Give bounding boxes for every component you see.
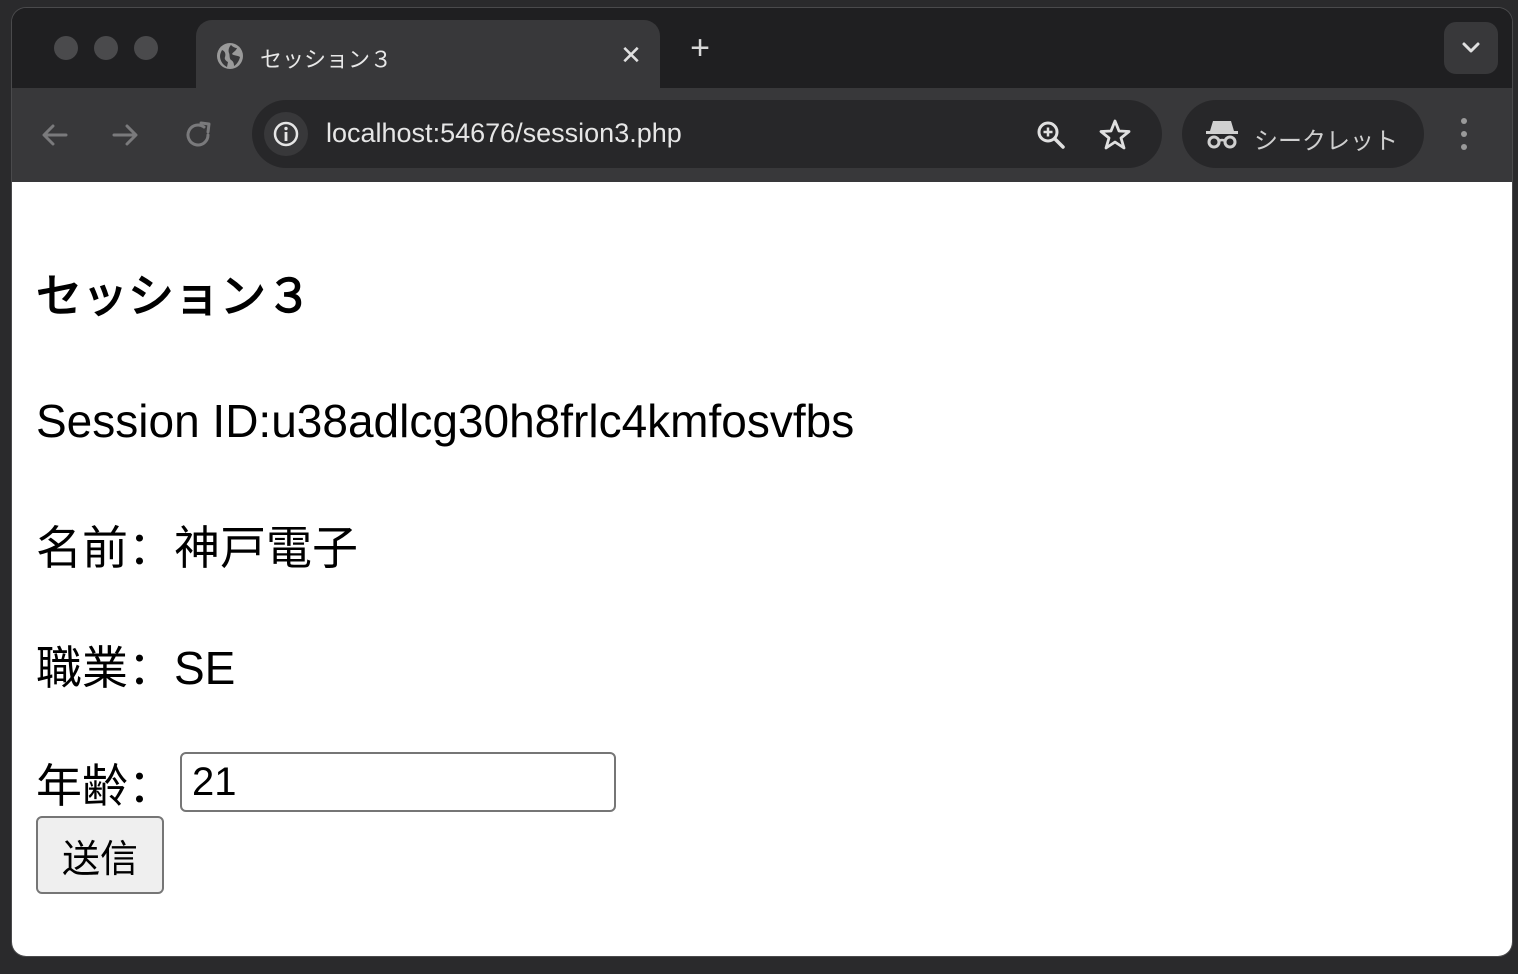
url-text[interactable]: localhost:54676/session3.php xyxy=(326,118,682,149)
incognito-indicator[interactable]: シークレット xyxy=(1182,100,1424,168)
session-id-text: Session ID:u38adlcg30h8frlc4kmfosvfbs xyxy=(36,395,855,447)
age-input[interactable] xyxy=(180,752,616,812)
submit-button[interactable]: 送信 xyxy=(36,816,164,894)
toolbar: localhost:54676/session3.php シークレット xyxy=(12,88,1512,182)
name-text: 名前：神戸電子 xyxy=(36,522,358,574)
incognito-label: シークレット xyxy=(1254,128,1398,155)
address-bar[interactable]: localhost:54676/session3.php xyxy=(252,100,1162,168)
zoom-icon[interactable] xyxy=(1034,118,1068,152)
tab-title: セッション３ xyxy=(260,47,393,72)
reload-icon[interactable] xyxy=(182,118,216,152)
globe-icon xyxy=(217,43,243,69)
tab-close-icon[interactable]: ✕ xyxy=(616,40,646,70)
age-label: 年齢： xyxy=(36,760,174,812)
active-tab[interactable]: セッション３ ✕ xyxy=(196,20,660,88)
forward-arrow-icon[interactable] xyxy=(108,118,142,152)
incognito-icon xyxy=(1206,121,1238,149)
page-title: セッション３ xyxy=(36,270,312,322)
new-tab-button[interactable]: + xyxy=(684,31,716,65)
window-maximize-button[interactable] xyxy=(134,36,158,60)
job-text: 職業：SE xyxy=(36,642,236,694)
back-arrow-icon[interactable] xyxy=(38,118,72,152)
star-icon[interactable] xyxy=(1098,118,1132,152)
kebab-menu-icon[interactable] xyxy=(1456,116,1472,152)
window-close-button[interactable] xyxy=(54,36,78,60)
site-info-button[interactable] xyxy=(264,112,308,156)
window-minimize-button[interactable] xyxy=(94,36,118,60)
tab-search-button[interactable] xyxy=(1444,22,1498,74)
tab-strip: セッション３ ✕ + xyxy=(12,8,1512,88)
browser-window: セッション３ ✕ + localhost:54676/session3.php … xyxy=(12,8,1512,956)
chevron-down-icon xyxy=(1462,42,1480,53)
info-icon xyxy=(273,121,299,147)
page-content: セッション３ Session ID:u38adlcg30h8frlc4kmfos… xyxy=(12,182,1512,956)
